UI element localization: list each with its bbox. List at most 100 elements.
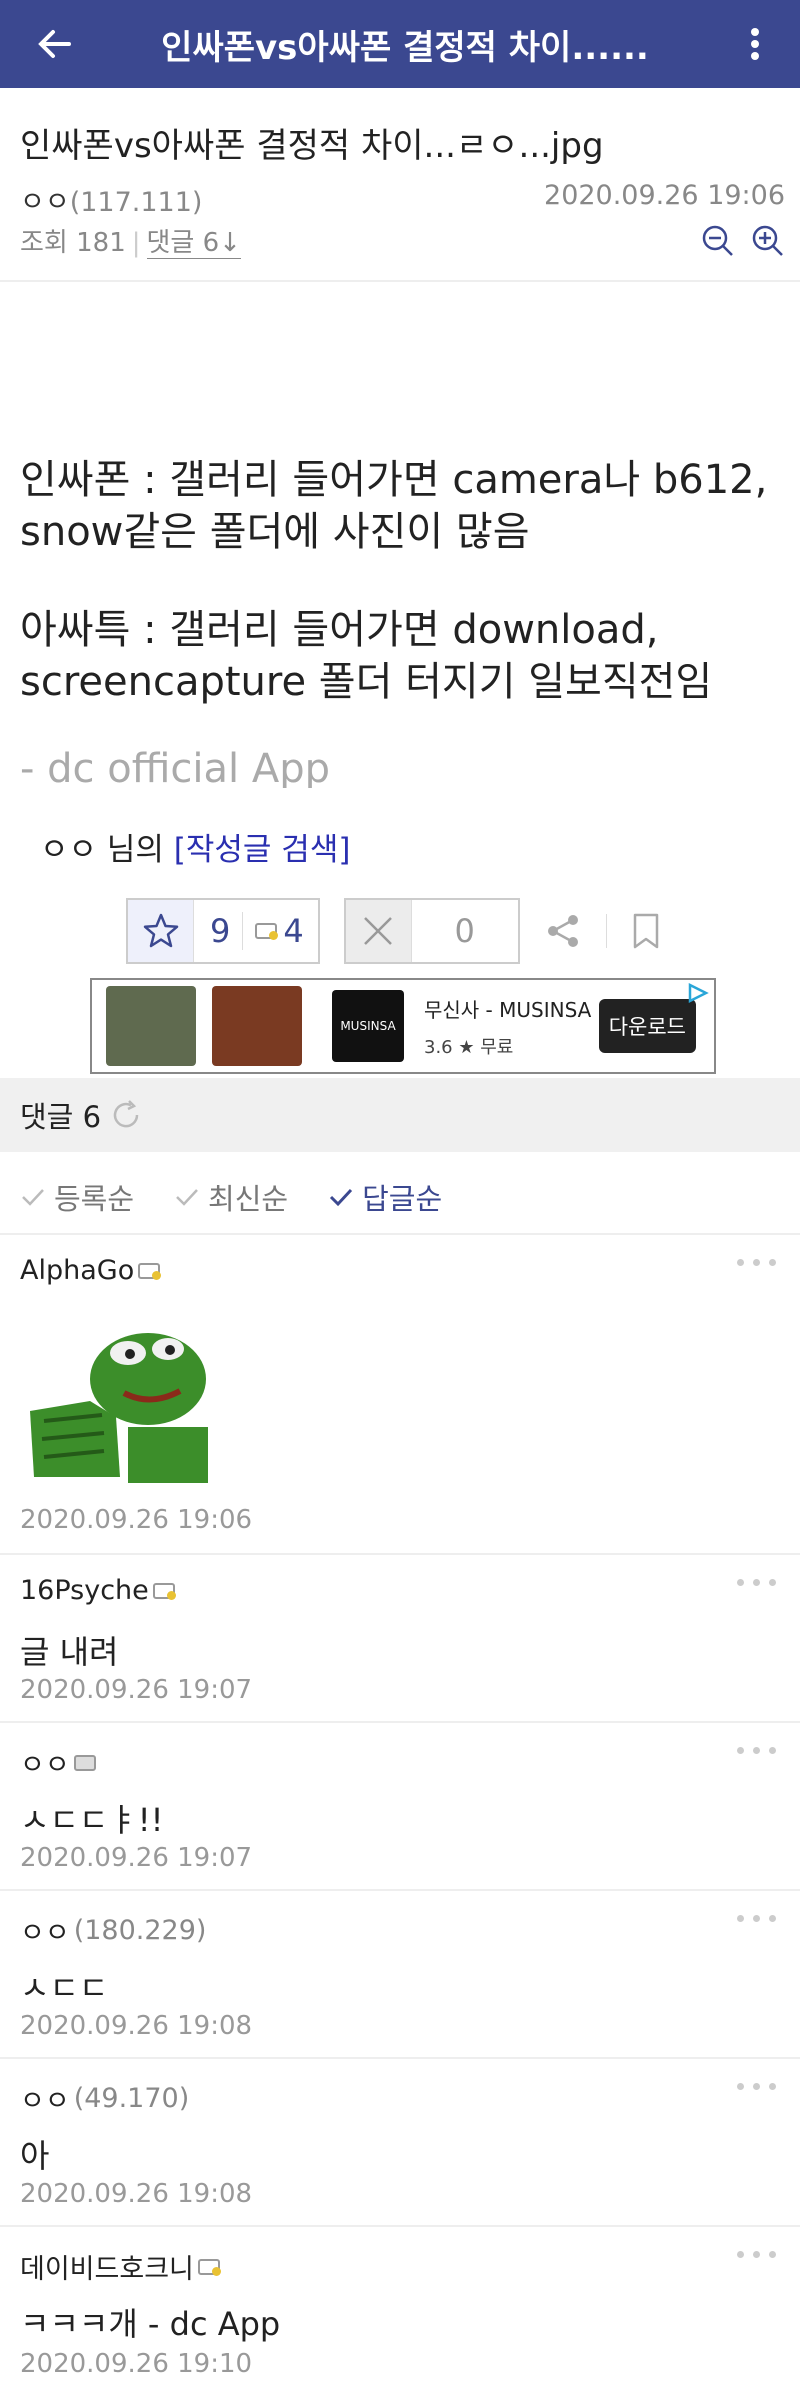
fixed-upvote-count: 4 [283, 912, 304, 950]
vote-bar: 9 4 0 [126, 898, 661, 964]
comment-date: 2020.09.26 19:07 [20, 1675, 253, 1705]
pepe-sticker-image [30, 1333, 208, 1483]
app-signature: - dc official App [20, 746, 330, 788]
ad-info: 무신사 - MUSINSA 3.6 ★ 무료 [424, 994, 599, 1059]
upvote-button[interactable]: 9 4 [126, 898, 320, 964]
upvote-icon-cell [128, 900, 194, 962]
comment-more-button[interactable] [737, 1915, 776, 1922]
fixed-nick-icon [138, 1262, 162, 1280]
post-meta: ㅇㅇ(117.111) 2020.09.26 19:06 [20, 180, 785, 219]
ad-download-button[interactable]: 다운로드 [598, 999, 696, 1053]
back-arrow-icon [38, 30, 71, 58]
downvote-count: 0 [454, 912, 475, 950]
comment-ip: (180.229) [73, 1915, 207, 1946]
author-search-prefix: ㅇㅇ 님의 [40, 832, 164, 868]
post-body: 인싸폰 : 갤러리 들어가면 camera나 b612, snow같은 폴더에 … [20, 454, 790, 754]
comment-text: ㅋㅋㅋ개 - dc App [20, 2305, 281, 2343]
sort-option-label: 답글순 [362, 1182, 443, 1216]
star-icon [143, 913, 178, 948]
comment-text: ㅅㄷㄷ [20, 1969, 109, 2007]
adchoices-icon[interactable] [684, 982, 710, 1004]
fixed-nick-icon [255, 923, 279, 940]
share-button[interactable] [544, 912, 582, 950]
comment-item: ㅇㅇ (49.170) 아 2020.09.26 19:08 [0, 2059, 800, 2227]
ad-app-name: 무신사 - MUSINSA [424, 997, 592, 1022]
fixed-upvote: 4 [242, 912, 317, 950]
post-body-paragraph: 아싸특 : 갤러리 들어가면 download, screencapture 폴… [20, 607, 713, 705]
comment-more-button[interactable] [737, 1747, 776, 1754]
bookmark-button[interactable] [631, 912, 661, 950]
check-icon [176, 1189, 198, 1206]
post-stats-left: 조회 181 | 댓글 6↓ [20, 222, 241, 259]
comment-item: 데이비드호크니 ㅋㅋㅋ개 - dc App 2020.09.26 19:10 [0, 2227, 800, 2396]
comments-header: 댓글 6 [0, 1078, 800, 1152]
post-author[interactable]: ㅇㅇ [20, 187, 70, 218]
sort-option-label: 등록순 [54, 1182, 135, 1216]
zoom-out-icon[interactable] [701, 224, 735, 258]
comment-nick[interactable]: ㅇㅇ [20, 1743, 96, 1782]
post-author-wrap: ㅇㅇ(117.111) [20, 180, 202, 219]
post-datetime: 2020.09.26 19:06 [544, 180, 785, 211]
sort-option-latest[interactable]: 최신순 [174, 1176, 288, 1218]
comment-nick[interactable]: ㅇㅇ (180.229) [20, 1911, 206, 1950]
comment-text: ㅅㄷㄷㅑ!! [20, 1801, 164, 1839]
comment-item: ㅇㅇ ㅅㄷㄷㅑ!! 2020.09.26 19:07 [0, 1723, 800, 1891]
downvote-icon-cell [345, 900, 412, 962]
comment-date: 2020.09.26 19:07 [20, 1843, 253, 1873]
check-icon [330, 1188, 353, 1207]
app-bar: 인싸폰vs아싸폰 결정적 차이...... [0, 0, 800, 88]
comment-nick-name: AlphaGo [20, 1255, 135, 1286]
ad-banner[interactable]: MUSINSA 무신사 - MUSINSA 3.6 ★ 무료 다운로드 [90, 978, 716, 1074]
comment-count-link[interactable]: 댓글 6↓ [146, 228, 241, 259]
comment-nick-name: 데이비드호크니 [20, 2254, 194, 2285]
comment-item: 16Psyche 글 내려 2020.09.26 19:07 [0, 1555, 800, 1723]
comment-nick-name: ㅇㅇ [20, 1750, 70, 1781]
comment-more-button[interactable] [737, 2083, 776, 2090]
comment-nick-name: 16Psyche [20, 1575, 149, 1606]
vote-separator [605, 914, 607, 948]
downvote-button[interactable]: 0 [343, 898, 520, 964]
ad-rating: 3.6 ★ 무료 [424, 1036, 514, 1058]
author-search-link[interactable]: [작성글 검색] [174, 832, 351, 868]
sort-option-registered[interactable]: 등록순 [20, 1176, 134, 1218]
comment-nick[interactable]: ㅇㅇ (49.170) [20, 2079, 189, 2118]
ad-product-image [212, 986, 302, 1066]
view-count: 조회 181 [20, 228, 126, 258]
x-icon [364, 917, 393, 945]
comment-ip: (49.170) [73, 2083, 190, 2114]
more-vertical-icon [751, 28, 759, 60]
fixed-nick-icon [152, 1582, 176, 1600]
sort-option-label: 최신순 [208, 1182, 289, 1216]
author-search: ㅇㅇ 님의 [작성글 검색] [40, 824, 350, 869]
comment-date: 2020.09.26 19:08 [20, 2011, 253, 2041]
post-stats: 조회 181 | 댓글 6↓ [20, 222, 785, 259]
upvote-count: 9 [210, 912, 231, 950]
fixed-nick-icon [197, 2258, 221, 2276]
more-options-button[interactable] [710, 0, 800, 88]
half-fixed-nick-icon [73, 1754, 96, 1771]
ad-logo: MUSINSA [332, 990, 404, 1062]
back-button[interactable] [0, 0, 110, 88]
comment-more-button[interactable] [737, 2251, 776, 2258]
post-body-paragraph: 인싸폰 : 갤러리 들어가면 camera나 b612, snow같은 폴더에 … [20, 457, 768, 555]
comment-date: 2020.09.26 19:08 [20, 2179, 253, 2209]
comment-text: 아 [20, 2137, 50, 2175]
header-divider [0, 280, 800, 282]
comment-nick-name: ㅇㅇ [20, 2086, 70, 2117]
comment-date: 2020.09.26 19:06 [20, 1505, 253, 1535]
comment-more-button[interactable] [737, 1259, 776, 1266]
sort-option-replies[interactable]: 답글순 [328, 1176, 442, 1218]
comment-nick[interactable]: 데이비드호크니 [20, 2247, 221, 2286]
comment-nick-name: ㅇㅇ [20, 1918, 70, 1949]
comment-nick[interactable]: AlphaGo [20, 1255, 162, 1286]
comment-nick[interactable]: 16Psyche [20, 1575, 176, 1606]
zoom-in-icon[interactable] [751, 224, 785, 258]
post-title: 인싸폰vs아싸폰 결정적 차이...ㄹㅇ...jpg [20, 126, 604, 166]
comment-more-button[interactable] [737, 1579, 776, 1586]
stats-separator: | [131, 228, 141, 258]
app-bar-title: 인싸폰vs아싸폰 결정적 차이...... [161, 27, 649, 68]
comment-item: ㅇㅇ (180.229) ㅅㄷㄷ 2020.09.26 19:08 [0, 1891, 800, 2059]
comment-sort: 등록순 최신순 답글순 [20, 1176, 442, 1218]
comments-count-label: 댓글 6 [20, 1100, 102, 1134]
refresh-icon[interactable] [109, 1098, 143, 1132]
